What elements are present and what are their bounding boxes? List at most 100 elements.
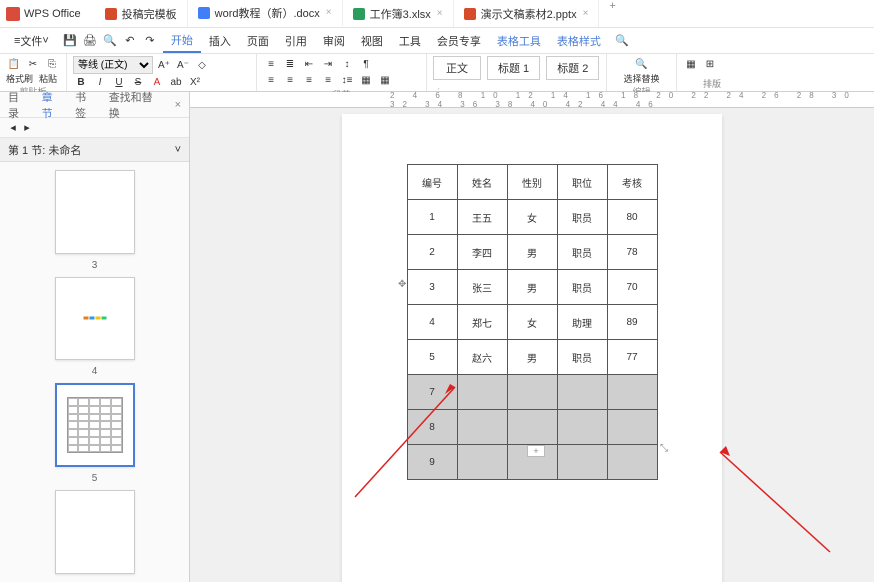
table-cell[interactable]: 7 <box>407 375 457 410</box>
table-cell[interactable] <box>557 410 607 445</box>
next-icon[interactable]: ▸ <box>20 121 34 135</box>
chapter-header[interactable]: 第 1 节: 未命名 ˅ <box>0 138 189 162</box>
table-cell[interactable]: 职员 <box>557 200 607 235</box>
table-header-cell[interactable]: 性别 <box>507 165 557 200</box>
table-cell[interactable] <box>607 410 657 445</box>
close-icon[interactable]: × <box>326 7 332 18</box>
table-cell[interactable]: 男 <box>507 270 557 305</box>
prev-icon[interactable]: ◂ <box>6 121 20 135</box>
paragraph-mark-icon[interactable]: ¶ <box>358 56 374 72</box>
table-cell[interactable]: 77 <box>607 340 657 375</box>
page-thumbnail[interactable] <box>55 170 135 254</box>
menu-review[interactable]: 审阅 <box>315 28 353 53</box>
table-cell[interactable]: 张三 <box>457 270 507 305</box>
document-canvas[interactable]: 2 4 6 8 10 12 14 16 18 20 22 24 26 28 30… <box>190 92 874 582</box>
copy-icon[interactable]: ⎘ <box>44 56 60 72</box>
style-h2[interactable]: 标题 2 <box>546 56 599 80</box>
font-increase-icon[interactable]: A⁺ <box>156 57 172 73</box>
menu-home[interactable]: 开始 <box>163 28 201 53</box>
number-list-icon[interactable]: ≣ <box>282 56 298 72</box>
table-cell[interactable]: 4 <box>407 305 457 340</box>
table-row[interactable]: 5赵六男职员77 <box>407 340 657 375</box>
sidebar-tab-bookmark[interactable]: 书签 <box>75 89 97 121</box>
table-header-cell[interactable]: 职位 <box>557 165 607 200</box>
menu-view[interactable]: 视图 <box>353 28 391 53</box>
table-cell[interactable]: 郑七 <box>457 305 507 340</box>
table-cell[interactable] <box>507 410 557 445</box>
highlight-button[interactable]: ab <box>168 74 184 90</box>
indent-inc-icon[interactable]: ⇥ <box>320 56 336 72</box>
table-cell[interactable]: 70 <box>607 270 657 305</box>
style-normal[interactable]: 正文 <box>433 56 481 80</box>
line-spacing-icon[interactable]: ↕≡ <box>339 72 355 88</box>
arrange-icon[interactable]: ▦ <box>683 56 699 72</box>
table-cell[interactable]: 女 <box>507 305 557 340</box>
doc-tab-1[interactable]: word教程（新）.docx× <box>188 0 343 27</box>
table-row[interactable]: 3张三男职员70 <box>407 270 657 305</box>
table-cell[interactable] <box>457 445 507 480</box>
bullet-list-icon[interactable]: ≡ <box>263 56 279 72</box>
style-h1[interactable]: 标题 1 <box>487 56 540 80</box>
sidebar-tab-findrep[interactable]: 查找和替换 <box>109 89 163 121</box>
table-row-selected[interactable]: 8 <box>407 410 657 445</box>
table-resize-handle[interactable]: ⤡ <box>660 443 668 454</box>
table-row-selected[interactable]: 7 <box>407 375 657 410</box>
table-cell[interactable] <box>457 410 507 445</box>
table-cell[interactable]: 1 <box>407 200 457 235</box>
table-cell[interactable] <box>507 375 557 410</box>
table-cell[interactable]: 职员 <box>557 270 607 305</box>
border-icon[interactable]: ▦ <box>377 72 393 88</box>
table-cell[interactable]: 2 <box>407 235 457 270</box>
add-row-button[interactable]: + <box>527 445 545 457</box>
menu-tools[interactable]: 工具 <box>391 28 429 53</box>
table-row[interactable]: 2李四男职员78 <box>407 235 657 270</box>
format-painter-button[interactable]: 格式刷 <box>6 72 33 85</box>
find-label[interactable]: 选择替换 <box>623 72 659 85</box>
table-row[interactable]: 4郑七女助理89 <box>407 305 657 340</box>
save-icon[interactable]: 💾 <box>63 34 77 48</box>
align-justify-icon[interactable]: ≡ <box>320 72 336 88</box>
table-cell[interactable]: 3 <box>407 270 457 305</box>
paste-label[interactable]: 粘贴 <box>39 72 57 85</box>
preview-icon[interactable]: 🔍 <box>103 34 117 48</box>
table-cell[interactable]: 80 <box>607 200 657 235</box>
paste-button[interactable]: 📋 <box>6 56 22 72</box>
table-cell[interactable] <box>557 445 607 480</box>
menu-table-tools[interactable]: 表格工具 <box>489 28 549 53</box>
table-header-cell[interactable]: 考核 <box>607 165 657 200</box>
table-cell[interactable] <box>457 375 507 410</box>
table-cell[interactable]: 职员 <box>557 235 607 270</box>
order-icon[interactable]: ⊞ <box>702 56 718 72</box>
find-icon[interactable]: 🔍 <box>634 56 650 72</box>
table-row[interactable]: 编号 姓名 性别 职位 考核 <box>407 165 657 200</box>
table-cell[interactable]: 78 <box>607 235 657 270</box>
table-cell[interactable] <box>607 445 657 480</box>
close-icon[interactable]: × <box>437 8 443 19</box>
align-left-icon[interactable]: ≡ <box>263 72 279 88</box>
table-header-cell[interactable]: 姓名 <box>457 165 507 200</box>
table-cell[interactable]: 8 <box>407 410 457 445</box>
table-cell[interactable]: 职员 <box>557 340 607 375</box>
shading-icon[interactable]: ▦ <box>358 72 374 88</box>
page-thumbnail[interactable] <box>55 490 135 574</box>
menu-ref[interactable]: 引用 <box>277 28 315 53</box>
align-center-icon[interactable]: ≡ <box>282 72 298 88</box>
doc-tab-0[interactable]: 投稿完模板 <box>95 0 188 27</box>
sort-icon[interactable]: ↕ <box>339 56 355 72</box>
table-move-handle[interactable]: ✥ <box>398 279 406 290</box>
table-cell[interactable]: 5 <box>407 340 457 375</box>
table-cell[interactable]: 王五 <box>457 200 507 235</box>
undo-icon[interactable]: ↶ <box>123 34 137 48</box>
table-cell[interactable] <box>607 375 657 410</box>
cut-icon[interactable]: ✂ <box>25 56 41 72</box>
table-row[interactable]: 1王五女职员80 <box>407 200 657 235</box>
search-icon[interactable]: 🔍 <box>615 34 629 48</box>
doc-tab-3[interactable]: 演示文稿素材2.pptx× <box>454 0 600 27</box>
table-cell[interactable] <box>557 375 607 410</box>
sidebar-close-icon[interactable]: × <box>175 99 181 111</box>
table-cell[interactable]: 李四 <box>457 235 507 270</box>
font-family-select[interactable]: 等线 (正文) <box>73 56 153 74</box>
clear-format-icon[interactable]: ◇ <box>194 57 210 73</box>
menu-page[interactable]: 页面 <box>239 28 277 53</box>
document-page[interactable]: ✥ 编号 姓名 性别 职位 考核 1王五女职员80 2李四男职员78 3张三男职… <box>342 114 722 582</box>
